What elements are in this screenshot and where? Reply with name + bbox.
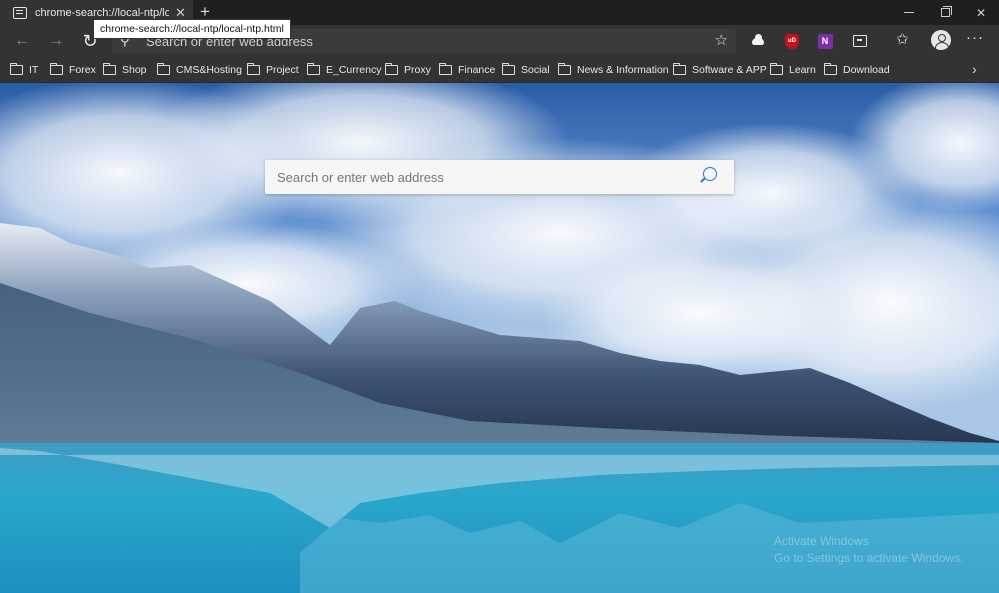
search-icon[interactable] <box>703 167 717 181</box>
favorite-folder-project[interactable]: Project <box>247 62 299 78</box>
folder-icon <box>558 63 571 75</box>
favorite-folder-finance[interactable]: Finance <box>439 62 495 78</box>
favorite-folder-software[interactable]: Software & APP <box>673 62 767 78</box>
favorite-folder-news[interactable]: News & Information <box>558 62 669 78</box>
back-button[interactable]: ← <box>10 29 34 53</box>
ublock-extension-icon[interactable]: uD <box>783 32 801 50</box>
favorite-folder-e-currency[interactable]: E_Currency <box>307 62 381 78</box>
activate-windows-watermark: Activate Windows Go to Settings to activ… <box>774 533 963 567</box>
favorite-folder-social[interactable]: Social <box>502 62 550 78</box>
favorite-folder-download[interactable]: Download <box>824 62 890 78</box>
minimize-icon <box>904 12 914 13</box>
favorites-icon[interactable]: ✩ <box>896 30 909 48</box>
folder-icon <box>673 63 686 75</box>
tab-tooltip: chrome-search://local-ntp/local-ntp.html <box>93 19 291 39</box>
more-menu-icon[interactable]: ··· <box>966 29 984 46</box>
folder-icon <box>502 63 515 75</box>
cloud-extension-icon[interactable] <box>749 32 767 50</box>
restore-icon <box>940 6 952 17</box>
profile-avatar-icon[interactable] <box>931 30 951 50</box>
new-tab-page: Activate Windows Go to Settings to activ… <box>0 83 999 593</box>
chevron-right-icon[interactable]: › <box>972 61 977 77</box>
favorite-folder-forex[interactable]: Forex <box>50 62 96 78</box>
folder-icon <box>770 63 783 75</box>
folder-icon <box>439 63 452 75</box>
folder-icon <box>385 63 398 75</box>
tab-title: chrome-search://local-ntp/local-ntp.html <box>35 6 169 19</box>
favorites-bar: IT Forex Shop CMS&Hosting Project E_Curr… <box>0 56 999 83</box>
minimize-button[interactable] <box>891 0 927 25</box>
forward-button[interactable]: → <box>44 29 68 53</box>
restore-button[interactable] <box>927 0 963 25</box>
favorite-folder-shop[interactable]: Shop <box>103 62 147 78</box>
favorite-folder-proxy[interactable]: Proxy <box>385 62 431 78</box>
folder-icon <box>307 63 320 75</box>
favorite-folder-cms-hosting[interactable]: CMS&Hosting <box>157 62 242 78</box>
favorite-folder-it[interactable]: IT <box>10 62 38 78</box>
add-favorite-star-icon[interactable]: ☆ <box>715 31 728 49</box>
folder-icon <box>157 63 170 75</box>
folder-icon <box>247 63 260 75</box>
folder-icon <box>10 63 23 75</box>
watermark-line-1: Activate Windows <box>774 534 869 548</box>
window-close-button[interactable]: ✕ <box>963 0 999 25</box>
folder-icon <box>50 63 63 75</box>
ntp-search-box[interactable] <box>265 160 734 194</box>
watermark-line-2: Go to Settings to activate Windows. <box>774 551 964 565</box>
page-icon <box>13 6 27 19</box>
onenote-extension-icon[interactable]: N <box>816 32 834 50</box>
folder-icon <box>824 63 837 75</box>
clipper-extension-icon[interactable] <box>851 32 869 50</box>
favorite-folder-learn[interactable]: Learn <box>770 62 816 78</box>
ntp-search-input[interactable] <box>277 169 677 185</box>
folder-icon <box>103 63 116 75</box>
